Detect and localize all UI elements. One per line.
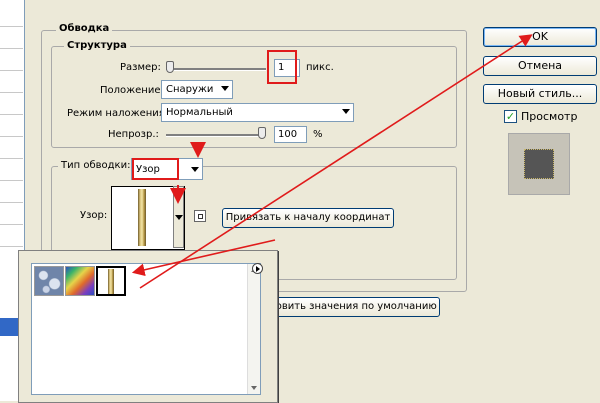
arrow-to-ok [139, 34, 533, 289]
annotation-arrows [131, 34, 533, 289]
arrow-to-pattern [131, 239, 276, 277]
